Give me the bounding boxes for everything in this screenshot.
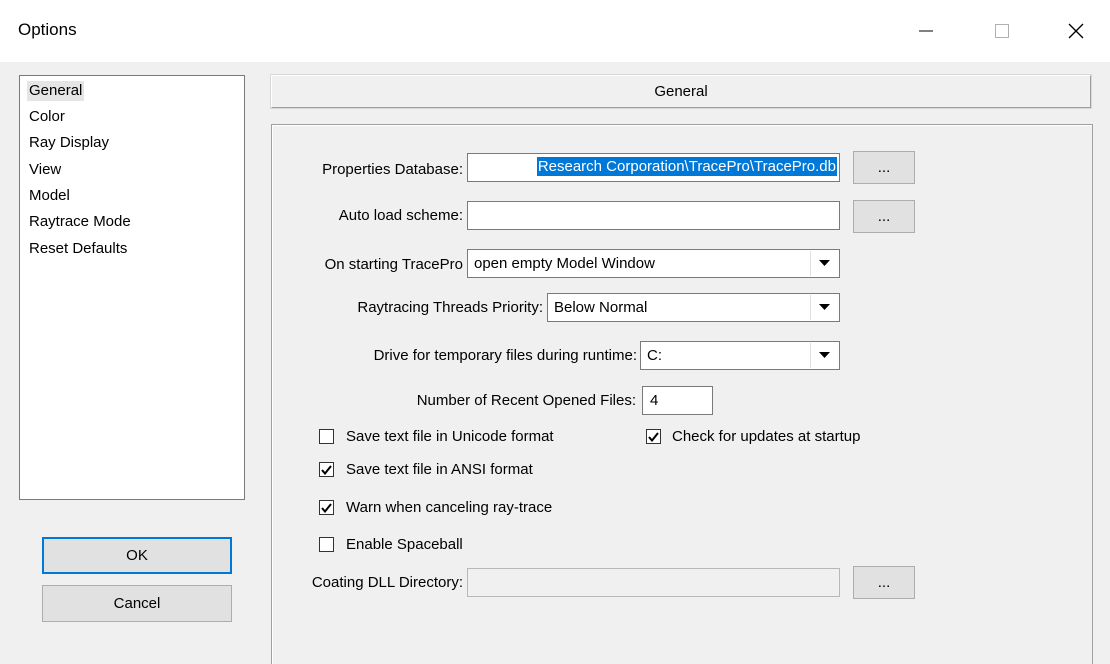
close-button[interactable]: [1050, 0, 1102, 62]
coating-dll-field: [467, 568, 840, 597]
category-item-general[interactable]: General: [27, 81, 85, 101]
thread-priority-value: Below Normal: [554, 299, 648, 316]
properties-db-value: Research Corporation\TracePro\TracePro.d…: [536, 157, 837, 176]
dropdown-arrow-icon[interactable]: [810, 251, 838, 276]
warn-cancel-checkbox[interactable]: [319, 500, 334, 515]
title-bar: Options: [0, 0, 1110, 62]
warn-cancel-checkbox-label: Warn when canceling ray-trace: [346, 499, 553, 516]
auto-load-browse-button[interactable]: ...: [853, 200, 915, 233]
unicode-checkbox-label: Save text file in Unicode format: [346, 428, 554, 445]
temp-drive-value: C:: [647, 347, 662, 364]
close-icon: [1068, 23, 1084, 39]
recent-files-label: Number of Recent Opened Files:: [416, 392, 636, 409]
category-item-raytrace-mode[interactable]: Raytrace Mode: [27, 212, 133, 232]
category-item-ray-display[interactable]: Ray Display: [27, 133, 111, 153]
properties-db-field[interactable]: Research Corporation\TracePro\TracePro.d…: [467, 153, 840, 182]
coating-dll-label: Coating DLL Directory:: [311, 574, 463, 591]
maximize-icon: [995, 24, 1009, 38]
check-icon: [648, 431, 659, 442]
thread-priority-label: Raytracing Threads Priority:: [357, 299, 543, 316]
properties-db-label: Properties Database:: [322, 161, 463, 178]
auto-load-label: Auto load scheme:: [338, 207, 463, 224]
on-start-value: open empty Model Window: [474, 255, 655, 272]
window-title: Options: [18, 20, 77, 39]
temp-drive-combo[interactable]: C:: [640, 341, 840, 370]
unicode-checkbox[interactable]: [319, 429, 334, 444]
thread-priority-combo[interactable]: Below Normal: [547, 293, 840, 322]
section-header: General: [270, 74, 1092, 109]
recent-files-field[interactable]: 4: [642, 386, 713, 415]
category-item-model[interactable]: Model: [27, 186, 72, 206]
spaceball-checkbox[interactable]: [319, 537, 334, 552]
maximize-button[interactable]: [976, 0, 1028, 62]
updates-checkbox-label: Check for updates at startup: [672, 428, 861, 445]
coating-dll-browse-button[interactable]: ...: [853, 566, 915, 599]
category-list[interactable]: General Color Ray Display View Model Ray…: [19, 75, 245, 500]
ansi-checkbox[interactable]: [319, 462, 334, 477]
check-icon: [321, 502, 332, 513]
minimize-icon: [919, 30, 933, 32]
category-item-color[interactable]: Color: [27, 107, 67, 127]
category-item-view[interactable]: View: [27, 160, 63, 180]
auto-load-field[interactable]: [467, 201, 840, 230]
dropdown-arrow-icon[interactable]: [810, 295, 838, 320]
ansi-checkbox-label: Save text file in ANSI format: [346, 461, 533, 478]
section-header-label: General: [654, 83, 708, 100]
spaceball-checkbox-label: Enable Spaceball: [346, 536, 463, 553]
dropdown-arrow-icon[interactable]: [810, 343, 838, 368]
minimize-button[interactable]: [900, 0, 952, 62]
ok-button[interactable]: OK: [42, 537, 232, 574]
on-start-combo[interactable]: open empty Model Window: [467, 249, 840, 278]
cancel-button[interactable]: Cancel: [42, 585, 232, 622]
check-icon: [321, 464, 332, 475]
on-start-label: On starting TracePro: [324, 256, 463, 273]
category-item-reset-defaults[interactable]: Reset Defaults: [27, 239, 129, 259]
updates-checkbox[interactable]: [646, 429, 661, 444]
temp-drive-label: Drive for temporary files during runtime…: [373, 347, 637, 364]
properties-db-browse-button[interactable]: ...: [853, 151, 915, 184]
